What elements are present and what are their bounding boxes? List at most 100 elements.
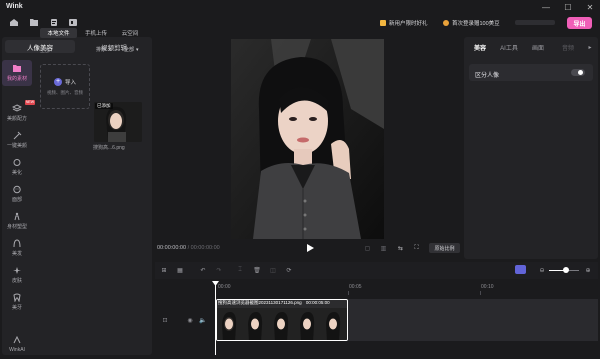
type-filter-label: 全部 bbox=[124, 47, 135, 53]
promo-first-login-label: 首次登录赠100美豆 bbox=[452, 20, 500, 27]
folder-icon[interactable] bbox=[29, 18, 39, 27]
tab-ai-tools[interactable]: AI工具 bbox=[497, 42, 521, 53]
freeze-icon[interactable]: ◫ bbox=[268, 266, 278, 275]
promo-first-login[interactable]: 首次登录赠100美豆 bbox=[443, 18, 500, 27]
playhead[interactable] bbox=[215, 282, 216, 355]
plus-icon: + bbox=[53, 77, 62, 86]
original-ratio-button[interactable]: 原始比例 bbox=[429, 243, 460, 253]
tab-audio[interactable]: 音频 bbox=[557, 42, 579, 53]
all-filter-label: 全部 bbox=[40, 48, 51, 54]
zoom-in-icon[interactable]: ⊕ bbox=[584, 266, 592, 274]
ruler-label: 00:00 bbox=[218, 284, 231, 290]
snap-icon[interactable]: ⊞ bbox=[159, 266, 169, 275]
sort-button[interactable]: 排序 ⇅ bbox=[96, 45, 112, 54]
ruler-tick bbox=[480, 291, 481, 295]
timecode-display: 00:00:00:00 / 00:00:00:00 bbox=[157, 245, 220, 251]
import-label: 导入 bbox=[64, 79, 76, 86]
track-view-toggle[interactable] bbox=[515, 265, 526, 274]
maximize-button[interactable]: ☐ bbox=[562, 2, 574, 12]
rail-label: 美发 bbox=[11, 251, 22, 257]
pr-icon[interactable] bbox=[68, 18, 78, 27]
layers-icon bbox=[12, 104, 22, 112]
timecode-current: 00:00:00:00 bbox=[157, 245, 187, 251]
app-title: Wink bbox=[6, 3, 23, 10]
rail-item-teeth[interactable]: 美牙 bbox=[2, 289, 32, 315]
rail-label: 皮肤 bbox=[11, 278, 22, 284]
subtab-cloud[interactable]: 云空间 bbox=[115, 28, 145, 38]
clip-title: 搜狗高速浏览器截图20231130171126.png 00:00:05:00 bbox=[218, 300, 330, 306]
face-icon bbox=[13, 185, 21, 194]
rail-label: 一键美颜 bbox=[6, 143, 27, 149]
tab-beauty[interactable]: 美容 bbox=[470, 42, 490, 53]
rail-label: 身材塑型 bbox=[6, 224, 27, 230]
rail-label: 我的素材 bbox=[6, 76, 27, 82]
home-icon[interactable] bbox=[9, 18, 19, 27]
split-clip-icon[interactable]: ⌶ bbox=[235, 266, 245, 275]
rail-item-my-assets[interactable]: 我的素材 bbox=[2, 60, 32, 86]
tab-picture[interactable]: 画面 bbox=[528, 42, 548, 53]
wand-icon bbox=[13, 131, 22, 140]
skin-icon bbox=[13, 267, 21, 274]
gift-icon bbox=[380, 19, 386, 26]
promo-new-user-label: 新用户限时好礼 bbox=[389, 20, 428, 27]
zoom-slider-handle[interactable] bbox=[563, 267, 569, 273]
clip-filename: 搜狗高速浏览器截图20231130171126.png bbox=[218, 300, 302, 305]
preview-canvas[interactable] bbox=[231, 39, 384, 239]
sparkle-icon bbox=[13, 159, 21, 166]
delete-icon[interactable]: 🗑 bbox=[252, 266, 262, 275]
sort-icon: ⇅ bbox=[108, 46, 113, 53]
import-hint: 视频、图片、音频 bbox=[47, 89, 83, 95]
play-button[interactable] bbox=[305, 243, 315, 253]
crop-icon[interactable]: ▢ bbox=[363, 244, 372, 253]
close-button[interactable]: ✕ bbox=[584, 2, 596, 12]
rail-label: 面部 bbox=[11, 197, 22, 203]
mirror-icon[interactable]: ▥ bbox=[379, 244, 388, 253]
track-lock-icon[interactable]: ⊡ bbox=[161, 316, 169, 324]
zoom-slider-fill bbox=[549, 270, 564, 271]
rail-item-one-click[interactable]: 一键美颜 bbox=[2, 127, 32, 153]
rail-item-body[interactable]: 身材塑型 bbox=[2, 208, 32, 234]
sort-label: 排序 bbox=[96, 47, 107, 53]
grid-icon[interactable]: ▦ bbox=[175, 266, 185, 275]
minimize-button[interactable]: — bbox=[540, 2, 552, 12]
chevron-down-icon: ▾ bbox=[136, 46, 139, 53]
rail-item-face[interactable]: 面部 bbox=[2, 181, 32, 207]
promo-new-user[interactable]: 新用户限时好礼 bbox=[380, 18, 428, 27]
zoom-out-icon[interactable]: ⊖ bbox=[538, 266, 546, 274]
rail-item-beautify[interactable]: 美化 bbox=[2, 154, 32, 180]
clip-duration: 00:00:05:00 bbox=[305, 300, 330, 305]
eye-icon[interactable]: ◉ bbox=[186, 316, 194, 324]
folder-icon bbox=[13, 65, 21, 72]
play-icon bbox=[306, 244, 314, 252]
tooth-icon bbox=[13, 293, 21, 302]
ruler-label: 00:10 bbox=[481, 284, 494, 290]
asset-filename: 搜狗高...6.png bbox=[93, 145, 125, 151]
ruler-tick bbox=[348, 291, 349, 295]
clip-filmstrip bbox=[217, 300, 347, 340]
replace-icon[interactable]: ⟳ bbox=[284, 266, 294, 275]
import-button[interactable]: + 导入 视频、图片、音频 bbox=[40, 64, 90, 109]
rail-label: 美化 bbox=[11, 170, 22, 176]
ai-icon bbox=[13, 335, 21, 343]
fullscreen-icon[interactable]: ⛶ bbox=[412, 244, 421, 253]
export-button[interactable]: 导出 bbox=[567, 17, 592, 29]
ruler-label: 00:05 bbox=[349, 284, 362, 290]
clipboard-icon[interactable] bbox=[49, 18, 59, 27]
split-portrait-label: 区分人像 bbox=[475, 73, 500, 79]
type-filter-dropdown[interactable]: 全部 ▾ bbox=[124, 45, 139, 54]
rail-label: 美颜配方 bbox=[6, 116, 27, 122]
coin-icon bbox=[443, 19, 449, 26]
rail-item-skin[interactable]: 皮肤 bbox=[2, 262, 32, 288]
undo-icon[interactable]: ↶ bbox=[198, 266, 208, 275]
subtab-phone-upload[interactable]: 手机上传 bbox=[79, 28, 113, 38]
chevron-right-icon[interactable]: ▸ bbox=[586, 42, 594, 52]
rail-item-winkai[interactable]: WinkAI bbox=[2, 333, 32, 355]
adjust-icon[interactable]: ⇆ bbox=[396, 244, 405, 253]
timecode-total: / 00:00:00:00 bbox=[187, 245, 220, 251]
redo-icon[interactable]: ↷ bbox=[214, 266, 224, 275]
added-badge: 已添加 bbox=[95, 103, 113, 109]
rail-item-hair[interactable]: 美发 bbox=[2, 235, 32, 261]
subtab-local-files[interactable]: 本地文件 bbox=[40, 28, 77, 38]
speaker-icon[interactable]: 🔈 bbox=[199, 316, 207, 324]
hair-icon bbox=[13, 239, 21, 248]
